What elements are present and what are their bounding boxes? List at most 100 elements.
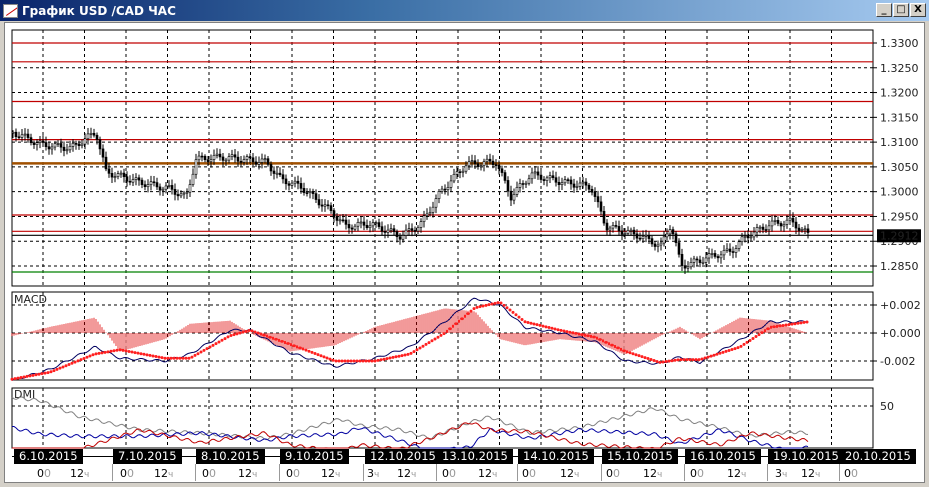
- candle-body: [764, 229, 768, 231]
- signal-dot: [412, 350, 416, 354]
- candle-body: [431, 206, 435, 213]
- price-axis-label: 1.3300: [880, 37, 919, 50]
- candle-body: [344, 219, 348, 225]
- hour-label: 00: [844, 467, 858, 480]
- price-axis-label: 1.3250: [880, 62, 919, 75]
- candle-body: [116, 173, 120, 177]
- signal-dot: [88, 354, 92, 358]
- date-label: 6.10.2015: [14, 449, 83, 464]
- macd-pane-frame: [11, 291, 874, 381]
- candle-body: [164, 185, 168, 190]
- candle-body: [284, 178, 288, 185]
- signal-dot: [121, 348, 125, 352]
- signal-dot: [475, 305, 479, 309]
- candle-body: [674, 233, 678, 243]
- signal-dot: [310, 350, 314, 354]
- signal-dot: [778, 324, 782, 328]
- signal-dot: [49, 370, 53, 374]
- candle-body: [254, 161, 258, 165]
- candle-body: [380, 226, 384, 232]
- candle-body: [614, 225, 618, 227]
- signal-dot: [724, 349, 728, 353]
- candle-body: [425, 213, 429, 217]
- hour-label: 00: [522, 467, 536, 480]
- hour-label: 00: [442, 467, 456, 480]
- candle-body: [758, 226, 762, 229]
- hour-label: 00: [120, 467, 134, 480]
- hour-label: 12ч: [727, 467, 746, 480]
- signal-dot: [562, 329, 566, 333]
- candle-body: [548, 175, 552, 179]
- candle-body: [503, 172, 507, 181]
- candle-body: [326, 204, 330, 207]
- signal-dot: [187, 356, 191, 360]
- signal-dot: [160, 356, 164, 360]
- signal-dot: [700, 357, 704, 361]
- candle-body: [224, 159, 228, 162]
- candle-body: [734, 248, 738, 253]
- candle-body: [599, 201, 603, 212]
- hour-label: 12ч: [321, 467, 340, 480]
- hour-value: 12: [478, 467, 492, 480]
- chart-canvas[interactable]: 1.3300 1.3250 1.3200 1.3150 1.3100 1.3050 1.30…: [0, 0, 929, 487]
- date-label: 14.10.2015: [518, 449, 594, 464]
- candle-body: [566, 179, 570, 181]
- candle-body: [755, 227, 759, 233]
- signal-dot: [496, 301, 500, 305]
- candle-body: [206, 159, 210, 163]
- signal-dot: [97, 351, 101, 355]
- candle-body: [791, 217, 795, 223]
- signal-dot: [355, 359, 359, 363]
- signal-dot: [16, 376, 20, 380]
- signal-dot: [637, 354, 641, 358]
- signal-dot: [115, 348, 119, 352]
- signal-dot: [286, 342, 290, 345]
- signal-dot: [421, 344, 425, 348]
- signal-dot: [631, 352, 635, 356]
- signal-dot: [373, 359, 377, 363]
- candle-body: [170, 185, 174, 190]
- signal-dot: [319, 354, 323, 358]
- candle-body: [662, 236, 666, 244]
- signal-dot: [667, 359, 671, 363]
- signal-dot: [682, 358, 686, 362]
- signal-dot: [661, 360, 665, 364]
- signal-dot: [580, 333, 584, 337]
- hour-suffix: ч: [84, 470, 90, 480]
- hour-value: 12: [154, 467, 168, 480]
- signal-dot: [553, 327, 557, 331]
- signal-dot: [538, 323, 542, 327]
- candle-body: [125, 176, 129, 182]
- signal-dot: [163, 356, 167, 360]
- signal-dot: [586, 334, 590, 338]
- candle-body: [233, 154, 237, 158]
- candle-body: [479, 165, 483, 167]
- signal-dot: [241, 330, 245, 334]
- candle-body: [692, 258, 696, 263]
- candle-body: [62, 146, 66, 151]
- signal-dot: [316, 353, 320, 357]
- signal-dot: [607, 342, 611, 346]
- signal-dot: [535, 323, 539, 327]
- signal-dot: [763, 329, 767, 333]
- candle-body: [497, 164, 501, 170]
- signal-dot: [529, 321, 533, 325]
- signal-dot: [757, 333, 761, 337]
- signal-dot: [541, 324, 545, 328]
- signal-dot: [790, 322, 794, 326]
- candle-body: [539, 174, 543, 180]
- signal-dot: [709, 354, 713, 358]
- macd-axis-label: +0.002: [880, 299, 921, 312]
- candle-body: [719, 254, 723, 259]
- price-axis-label: 1.2850: [880, 260, 919, 273]
- signal-dot: [703, 356, 707, 360]
- price-axis-label: 1.3000: [880, 186, 919, 199]
- signal-dot: [202, 348, 206, 352]
- hour-value: 12: [397, 467, 411, 480]
- candle-body: [44, 142, 48, 147]
- date-label: 12.10.2015: [365, 449, 441, 464]
- candle-body: [251, 157, 255, 163]
- hour-suffix: ч: [657, 470, 663, 480]
- candle-body: [146, 184, 150, 188]
- hour-label: 3ч: [775, 467, 787, 480]
